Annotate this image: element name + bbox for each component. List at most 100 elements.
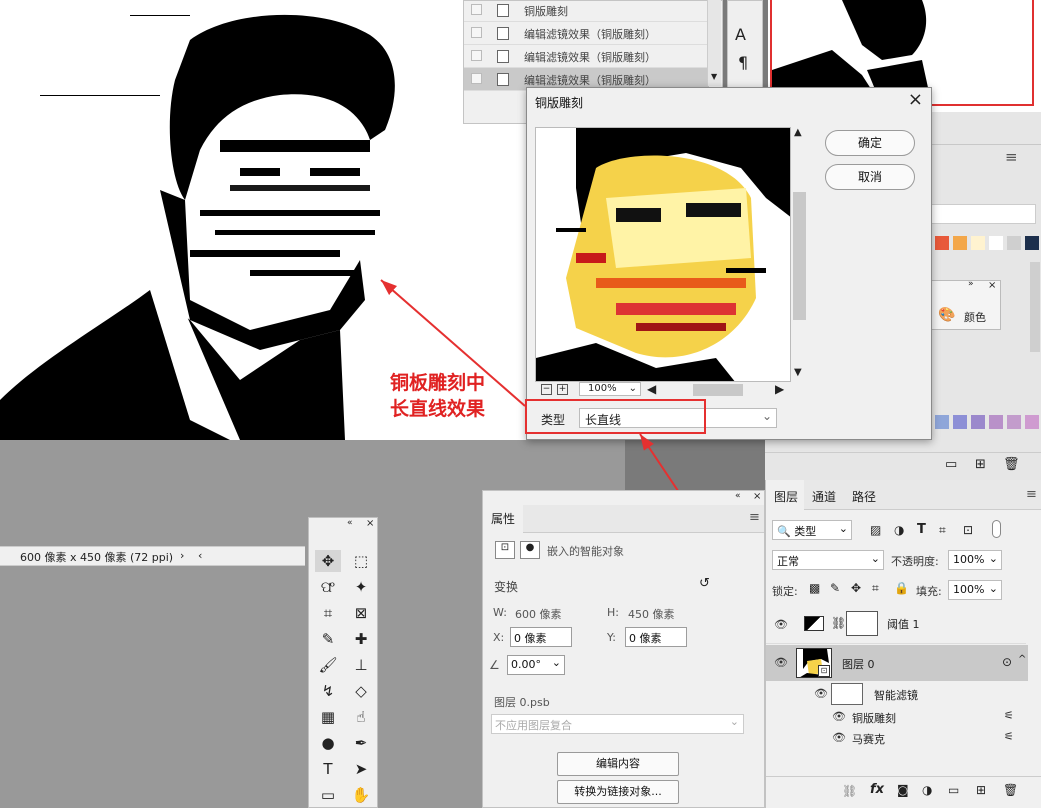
crop-tool-icon[interactable]: ⌗: [315, 602, 341, 624]
chevron-down-icon: ⌄: [551, 656, 561, 669]
visibility-eye-icon[interactable]: 👁: [832, 710, 846, 723]
x-field[interactable]: 0 像素: [510, 627, 572, 647]
layer-comp-placeholder: 不应用图层复合: [495, 719, 572, 732]
pixel-filter-icon[interactable]: ▨: [870, 523, 881, 537]
lock-artboard-icon[interactable]: ⌗: [872, 581, 879, 596]
hand-tool-icon[interactable]: ✋: [348, 784, 374, 806]
tab-paths[interactable]: 路径: [852, 488, 876, 505]
fx-icon[interactable]: fx: [870, 782, 884, 797]
shape-filter-icon[interactable]: ⌗: [939, 523, 946, 538]
layers-panel: 图层 通道 路径 ≡ 🔍 类型 ⌄ ▨ ◑ T ⌗ ⊡ 正常 ⌄ 不透明度: 1…: [765, 480, 1041, 808]
frame-tool-icon[interactable]: ⊠: [348, 602, 374, 624]
filter-options-icon[interactable]: ⚟: [1004, 730, 1014, 743]
filter-row-mosaic[interactable]: 👁 马赛克 ⚟: [766, 728, 1026, 748]
link-icon[interactable]: ⛓: [831, 616, 846, 630]
trash-icon[interactable]: 🗑: [1003, 783, 1018, 797]
search-icon: 🔍: [777, 525, 791, 538]
layer-mask-thumbnail[interactable]: [846, 611, 878, 636]
adjustment-layer-icon[interactable]: ◑: [922, 783, 932, 797]
h-value: 450 像素: [628, 608, 675, 621]
lock-position-icon[interactable]: ✥: [851, 581, 861, 595]
layer-filter-value: 类型: [794, 525, 817, 538]
chevron-up-icon[interactable]: ^: [1018, 654, 1026, 665]
smart-filter-indicator-icon: ⊙: [1002, 655, 1013, 669]
link-layers-icon[interactable]: ⛓: [842, 784, 857, 798]
adjustment-filter-icon[interactable]: ◑: [894, 523, 904, 537]
visibility-eye-icon[interactable]: 👁: [814, 687, 828, 700]
filter-mask-thumbnail[interactable]: [831, 683, 863, 705]
gradient-tool-icon[interactable]: ▦: [315, 706, 341, 728]
reset-transform-icon[interactable]: ↺: [699, 576, 710, 591]
dodge-tool-icon[interactable]: ●: [315, 732, 341, 754]
panel-menu-icon[interactable]: ≡: [1026, 487, 1037, 502]
convert-to-linked-button[interactable]: 转换为链接对象...: [557, 780, 679, 804]
w-value: 600 像素: [515, 608, 562, 621]
lock-all-icon[interactable]: 🔒: [894, 581, 909, 595]
healing-brush-icon[interactable]: ✚: [348, 628, 374, 650]
collapse-icon[interactable]: «: [735, 491, 741, 501]
visibility-eye-icon[interactable]: 👁: [832, 731, 846, 744]
eraser-tool-icon[interactable]: ◇: [348, 680, 374, 702]
marquee-tool-icon[interactable]: ⬚: [348, 550, 374, 572]
collapse-icon[interactable]: «: [347, 518, 353, 528]
filter-options-icon[interactable]: ⚟: [1004, 709, 1014, 722]
group-folder-icon[interactable]: ▭: [948, 783, 959, 797]
opacity-field[interactable]: 100% ⌄: [948, 550, 1002, 570]
fill-field[interactable]: 100% ⌄: [948, 580, 1002, 600]
tab-properties[interactable]: 属性: [483, 505, 523, 533]
move-tool-icon[interactable]: ✥: [315, 550, 341, 572]
properties-panel: « × 属性 ≡ ⊡ ● 嵌入的智能对象 变换 ↺ W: 600 像素 H: 4…: [482, 490, 765, 808]
new-layer-icon[interactable]: ⊞: [976, 783, 986, 797]
type-tool-icon[interactable]: T: [315, 758, 341, 780]
annotation-text: 铜板雕刻中 长直线效果: [390, 370, 485, 422]
chevron-down-icon: ⌄: [870, 552, 880, 565]
layer-name: 阈值 1: [887, 618, 920, 631]
close-icon[interactable]: ×: [366, 518, 374, 529]
chevron-down-icon: ⌄: [838, 522, 848, 535]
edit-contents-button[interactable]: 编辑内容: [557, 752, 679, 776]
lock-transparency-icon[interactable]: ▩: [809, 581, 820, 595]
visibility-eye-icon[interactable]: 👁: [774, 618, 788, 631]
add-mask-icon[interactable]: ◙: [897, 783, 909, 797]
object-kind: 嵌入的智能对象: [547, 545, 624, 558]
y-field[interactable]: 0 像素: [625, 627, 687, 647]
path-select-tool-icon[interactable]: ➤: [348, 758, 374, 780]
layer-comp-select[interactable]: 不应用图层复合 ⌄: [491, 714, 744, 734]
layer-filter-select[interactable]: 🔍 类型 ⌄: [772, 520, 852, 540]
rectangle-tool-icon[interactable]: ▭: [315, 784, 341, 806]
chevron-down-icon: ⌄: [988, 552, 998, 565]
layers-footer: ⛓ fx ◙ ◑ ▭ ⊞ 🗑: [766, 776, 1041, 808]
tab-channels[interactable]: 通道: [812, 488, 836, 505]
tab-layers[interactable]: 图层: [766, 480, 804, 510]
visibility-eye-icon[interactable]: 👁: [774, 656, 788, 669]
layer-row-layer0[interactable]: 👁 ⊡ 图层 0 ⊙ ^: [766, 645, 1028, 681]
angle-value: 0.00°: [511, 658, 541, 671]
type-filter-icon[interactable]: T: [917, 522, 926, 537]
fill-value: 100%: [953, 583, 985, 596]
pen-tool-icon[interactable]: ✒: [348, 732, 374, 754]
annotation-line-1: 铜板雕刻中: [390, 372, 486, 394]
stamp-tool-icon[interactable]: ⊥: [348, 654, 374, 676]
panel-menu-icon[interactable]: ≡: [749, 510, 760, 525]
smudge-tool-icon[interactable]: ☝: [348, 706, 374, 728]
lock-label: 锁定:: [772, 585, 798, 598]
filter-row-copper-engrave[interactable]: 👁 铜版雕刻 ⚟: [766, 707, 1026, 727]
filter-toggle[interactable]: [992, 520, 1001, 538]
layer-name: 图层 0: [842, 658, 875, 671]
smart-object-icon[interactable]: ⊡: [495, 541, 515, 559]
layer-row-threshold[interactable]: 👁 ⛓ 阈值 1: [766, 604, 1026, 644]
lock-pixels-icon[interactable]: ✎: [830, 581, 840, 595]
blend-mode-select[interactable]: 正常 ⌄: [772, 550, 884, 570]
lasso-tool-icon[interactable]: ଫ: [315, 576, 341, 598]
mask-icon[interactable]: ●: [520, 541, 540, 559]
history-brush-icon[interactable]: ↯: [315, 680, 341, 702]
w-label: W:: [493, 606, 507, 619]
close-icon[interactable]: ×: [753, 491, 761, 502]
brush-tool-icon[interactable]: 🖌: [315, 654, 341, 676]
layer-row-smart-filters[interactable]: 👁 智能滤镜: [766, 681, 1026, 705]
magic-wand-tool-icon[interactable]: ✦: [348, 576, 374, 598]
h-label: H:: [607, 606, 619, 619]
smart-filter-icon[interactable]: ⊡: [963, 523, 973, 537]
eyedropper-tool-icon[interactable]: ✎: [315, 628, 341, 650]
angle-field[interactable]: 0.00° ⌄: [507, 655, 565, 675]
